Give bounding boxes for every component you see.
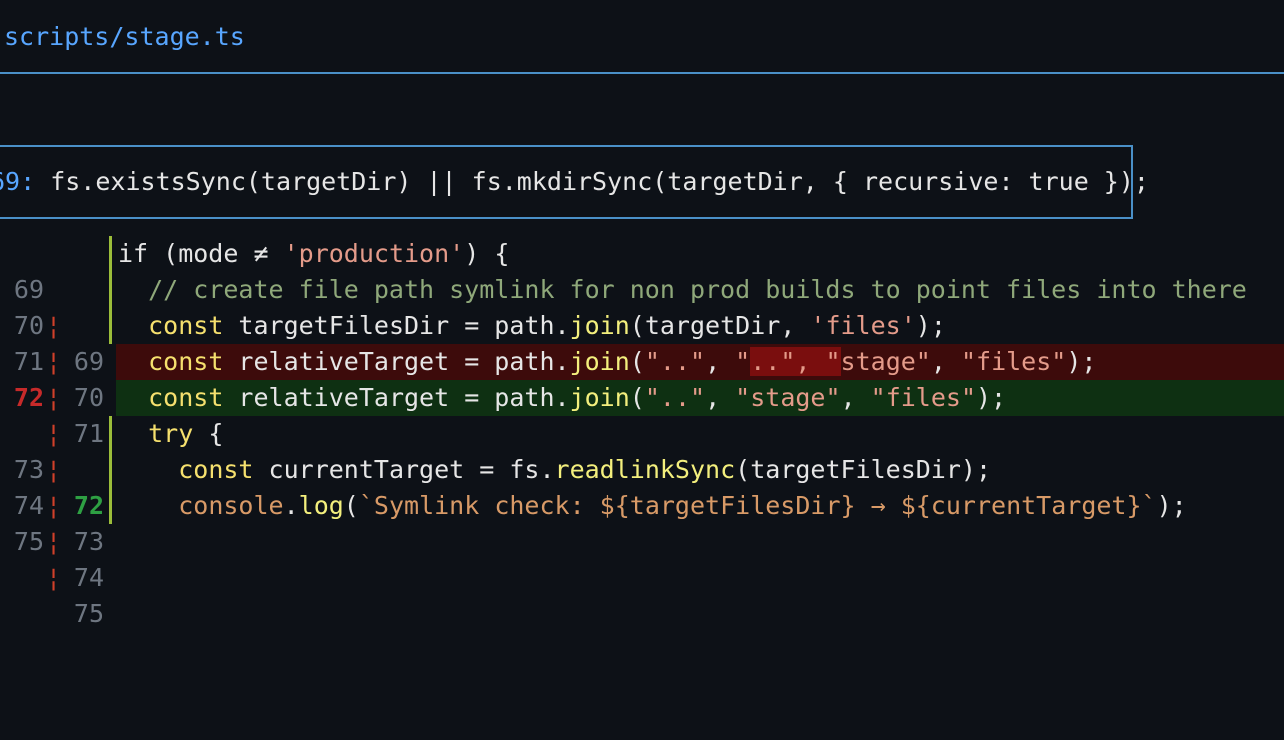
diff-row: 71 ¦ 71 const targetFilesDir = path.join… bbox=[0, 308, 1284, 448]
diff-row-added: ¦ 72 const relativeTarget = path.join(".… bbox=[0, 380, 1284, 520]
code-token: relativeTarget = path. bbox=[223, 383, 570, 412]
code-token: . bbox=[283, 491, 299, 520]
code-token: stage" bbox=[840, 347, 931, 376]
diff-row: 75 ¦ 75 console.log(`Symlink check: ${ta… bbox=[0, 488, 1284, 628]
hunk-header[interactable]: 69: fs.existsSync(targetDir) || fs.mkdir… bbox=[0, 145, 1149, 219]
code-token: `Symlink check: ${targetFilesDir} → ${cu… bbox=[358, 491, 1157, 520]
code-line: console.log(`Symlink check: ${targetFile… bbox=[116, 488, 1284, 524]
code-token: 'files' bbox=[810, 311, 916, 340]
code-token: const bbox=[148, 311, 224, 340]
code-token: join bbox=[569, 347, 630, 376]
gutter-bar bbox=[109, 308, 112, 344]
code-line: try { bbox=[116, 416, 1284, 452]
new-line-number: 74 bbox=[73, 563, 104, 592]
code-token: "stage" bbox=[735, 383, 841, 412]
code-token: try bbox=[148, 419, 194, 448]
code-token: currentTarget = fs. bbox=[253, 455, 555, 484]
gutter-bar bbox=[109, 488, 112, 524]
code-token: join bbox=[569, 383, 630, 412]
old-line-number: 75 bbox=[13, 527, 44, 556]
code-token: 'production' bbox=[283, 239, 465, 268]
code-token: log bbox=[298, 491, 344, 520]
diff-row: 70 ¦ 70 // create file path symlink for … bbox=[0, 272, 1284, 412]
code-token: { bbox=[193, 419, 224, 448]
code-token: const bbox=[178, 455, 254, 484]
code-line: const relativeTarget = path.join("..", "… bbox=[116, 380, 1284, 416]
code-token: ( bbox=[629, 383, 645, 412]
code-token: , bbox=[930, 347, 961, 376]
code-line: const relativeTarget = path.join("..", "… bbox=[116, 344, 1284, 380]
code-token: ); bbox=[1066, 347, 1097, 376]
hunk-code: fs.existsSync(targetDir) || fs.mkdirSync… bbox=[35, 167, 1149, 196]
code-token: (targetFilesDir); bbox=[735, 455, 992, 484]
file-header: scripts/stage.ts bbox=[0, 0, 1284, 74]
code-token: relativeTarget = path. bbox=[223, 347, 570, 376]
code-token: readlinkSync bbox=[554, 455, 736, 484]
code-line: if (mode ≠ 'production') { bbox=[116, 236, 1284, 272]
code-line: const currentTarget = fs.readlinkSync(ta… bbox=[116, 452, 1284, 488]
code-line: const targetFilesDir = path.join(targetD… bbox=[116, 308, 1284, 344]
code-token: console bbox=[178, 491, 284, 520]
hunk-text: 69: fs.existsSync(targetDir) || fs.mkdir… bbox=[0, 167, 1149, 196]
code-token: ); bbox=[976, 383, 1007, 412]
code-token: join bbox=[569, 311, 630, 340]
code-token: ".." bbox=[644, 347, 706, 376]
diff-row: 69 ¦ 69 if (mode ≠ 'production') { bbox=[0, 236, 1284, 376]
gutter-bar bbox=[109, 236, 112, 272]
gutter-bar bbox=[109, 416, 112, 452]
code-token: "files" bbox=[870, 383, 976, 412]
diff-row: 74 ¦ 74 const currentTarget = fs.readlin… bbox=[0, 452, 1284, 592]
new-line-number: 75 bbox=[73, 599, 104, 628]
diff-row-deleted: 72 ¦ const relativeTarget = path.join(".… bbox=[0, 344, 1284, 448]
code-token: (targetDir, bbox=[629, 311, 811, 340]
hunk-line-ref: 69: bbox=[0, 167, 36, 196]
code-token: , bbox=[705, 347, 736, 376]
code-comment: // create file path symlink for non prod… bbox=[148, 275, 1247, 304]
changed-fragment: ..", " bbox=[750, 347, 841, 376]
code-token: targetFilesDir = path. bbox=[223, 311, 570, 340]
new-line-number: 73 bbox=[73, 527, 104, 556]
file-path[interactable]: scripts/stage.ts bbox=[4, 22, 245, 51]
code-token: "files" bbox=[960, 347, 1067, 376]
code-token: const bbox=[148, 347, 224, 376]
gutter-bar bbox=[109, 272, 112, 308]
code-token: ) { bbox=[464, 239, 510, 268]
code-token: ); bbox=[915, 311, 946, 340]
code-line: // create file path symlink for non prod… bbox=[116, 272, 1284, 308]
gutter-bar bbox=[109, 452, 112, 488]
code-token: ≠ bbox=[253, 239, 269, 268]
code-token: " bbox=[735, 347, 751, 376]
code-token: ".." bbox=[644, 383, 706, 412]
code-token: , bbox=[705, 383, 736, 412]
separator: ¦ bbox=[46, 563, 62, 592]
code-token: if (mode bbox=[118, 239, 254, 268]
diff-row: 73 ¦ 73 try { bbox=[0, 416, 1284, 556]
code-token: ); bbox=[1156, 491, 1187, 520]
code-token: , bbox=[840, 383, 871, 412]
code-token: const bbox=[148, 383, 224, 412]
code-token: ( bbox=[343, 491, 359, 520]
diff-rows: 69 ¦ 69 if (mode ≠ 'production') { 70 ¦ … bbox=[0, 236, 1284, 628]
code-token: ( bbox=[629, 347, 645, 376]
